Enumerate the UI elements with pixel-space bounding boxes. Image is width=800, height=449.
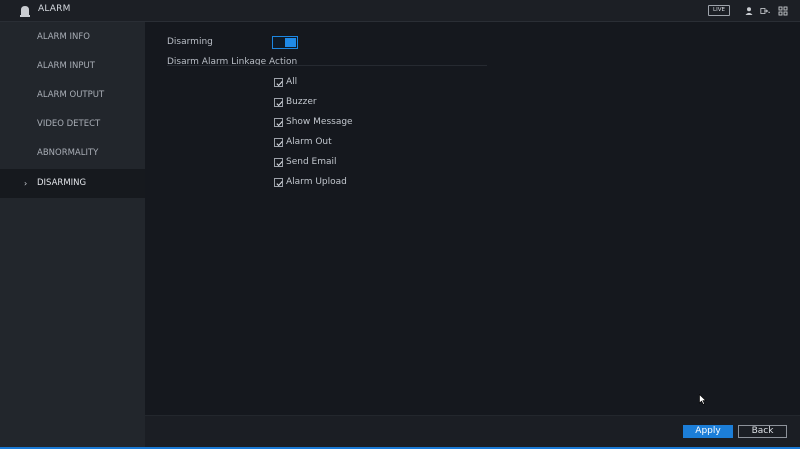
checkmark-icon [276, 81, 283, 87]
disarming-toggle[interactable] [272, 36, 298, 49]
checkmark-icon [276, 141, 283, 147]
logout-icon[interactable] [760, 6, 770, 16]
back-button[interactable]: Back [738, 425, 787, 438]
apply-button[interactable]: Apply [683, 425, 733, 438]
checkbox-buzzer[interactable] [274, 98, 283, 107]
toggle-knob [285, 38, 296, 47]
checkmark-icon [276, 161, 283, 167]
live-button[interactable]: LIVE [708, 5, 730, 16]
option-label: Send Email [286, 157, 337, 167]
checkbox-all[interactable] [274, 78, 283, 87]
title-bar: ALARM LIVE [0, 0, 800, 22]
checkmark-icon [276, 121, 283, 127]
sidebar-item-label: ABNORMALITY [37, 148, 99, 158]
checkmark-icon [276, 181, 283, 187]
main-panel [145, 22, 800, 415]
alarm-bell-icon [20, 6, 30, 17]
sidebar-item-alarm-output[interactable]: ALARM OUTPUT [0, 81, 145, 110]
sidebar-item-video-detect[interactable]: VIDEO DETECT [0, 110, 145, 139]
sidebar-item-label: VIDEO DETECT [37, 119, 101, 129]
section-divider [167, 65, 487, 66]
menu-grid-icon[interactable] [778, 6, 788, 16]
checkbox-alarm-upload[interactable] [274, 178, 283, 187]
checkbox-show-message[interactable] [274, 118, 283, 127]
checkbox-alarm-out[interactable] [274, 138, 283, 147]
option-label: Alarm Out [286, 137, 332, 147]
chevron-right-icon: › [24, 179, 28, 188]
mouse-cursor-icon [699, 394, 707, 405]
sidebar-item-disarming[interactable]: › DISARMING [0, 169, 145, 198]
disarming-label: Disarming [167, 37, 213, 47]
option-label: All [286, 77, 298, 87]
sidebar-item-label: ALARM INFO [37, 32, 90, 42]
sidebar-item-alarm-input[interactable]: ALARM INPUT [0, 52, 145, 81]
option-label: Show Message [286, 117, 353, 127]
sidebar-item-label: DISARMING [37, 178, 87, 188]
sidebar-item-alarm-info[interactable]: ALARM INFO [0, 23, 145, 52]
option-label: Alarm Upload [286, 177, 347, 187]
sidebar-item-label: ALARM OUTPUT [37, 90, 105, 100]
user-icon[interactable] [744, 6, 754, 16]
sidebar-item-abnormality[interactable]: ABNORMALITY [0, 139, 145, 168]
checkmark-icon [276, 101, 283, 107]
window-title: ALARM [38, 4, 71, 14]
sidebar-item-label: ALARM INPUT [37, 61, 95, 71]
option-label: Buzzer [286, 97, 317, 107]
checkbox-send-email[interactable] [274, 158, 283, 167]
